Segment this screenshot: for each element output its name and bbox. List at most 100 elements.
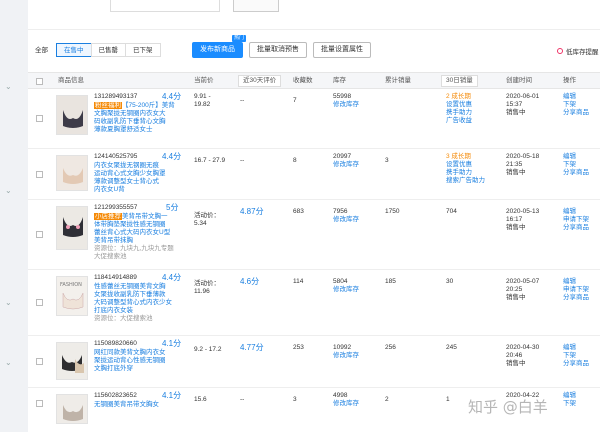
search-button[interactable] [233, 0, 279, 12]
product-thumbnail[interactable]: FASHION [56, 276, 88, 316]
chevron-down-icon[interactable]: ⌄ [5, 298, 12, 307]
select-all-checkbox[interactable] [36, 78, 43, 85]
boost-link[interactable]: 携手助力 [446, 109, 472, 116]
action-bar: 发布新商品 热门 批量取消预售 批量设置属性 [192, 35, 377, 58]
request-delist-link[interactable]: 申请下架 [563, 286, 589, 293]
col-price[interactable]: 当前价 [194, 73, 214, 90]
share-link[interactable]: 分享商品 [563, 294, 589, 301]
chevron-down-icon[interactable]: ⌄ [5, 82, 12, 91]
edit-link[interactable]: 编辑 [563, 278, 576, 285]
col-sales30[interactable]: 30日销量 [441, 75, 478, 87]
tab-on-sale[interactable]: 在售中 [56, 43, 92, 57]
tab-off-shelf[interactable]: 已下架 [125, 43, 161, 57]
low-stock-toggle[interactable]: 低库存提醒 [557, 46, 599, 56]
row-checkbox[interactable] [36, 400, 43, 407]
edit-stock-link[interactable]: 修改库存 [333, 161, 359, 168]
product-title[interactable]: 内衣女聚拢无钢圈无痕 运动背心式文胸少女胸罩 薄款调整型女士背心式 内衣女U背 [94, 162, 192, 194]
delist-link[interactable]: 下架 [563, 161, 576, 168]
stock: 5804 修改库存 [333, 278, 359, 294]
request-delist-link[interactable]: 申请下架 [563, 216, 589, 223]
edit-link[interactable]: 编辑 [563, 153, 576, 160]
row-checkbox[interactable] [36, 115, 43, 122]
col-total-sales[interactable]: 累计销量 [385, 73, 411, 90]
low-stock-label: 低库存提醒 [566, 49, 599, 56]
product-thumbnail[interactable] [56, 394, 88, 424]
price-line: 活动价： [194, 280, 220, 287]
delist-link[interactable]: 下架 [563, 400, 576, 407]
set-discount-link[interactable]: 设置优惠 [446, 161, 472, 168]
created-time: 20:25 [506, 286, 523, 293]
col-rating30[interactable]: 近30天评价 [238, 75, 282, 87]
product-title[interactable]: 无钢圈美背吊带文胸女 [94, 401, 192, 409]
title-line: 美背吊带抹胸 [94, 237, 133, 244]
search-ad-link[interactable]: 搜索广告助力 [446, 177, 485, 184]
stock: 55998 修改库存 [333, 93, 359, 109]
row-checkbox[interactable] [36, 299, 43, 306]
table-header: 商品信息 当前价 近30天评价 收藏数 库存 累计销量 30日销量 创建时间 操… [28, 72, 600, 89]
created-date: 2020-05-13 [506, 208, 540, 215]
share-link[interactable]: 分享商品 [563, 360, 589, 367]
resource-slot: 资源位：大促搜索池 [94, 315, 153, 322]
publish-button[interactable]: 发布新商品 热门 [192, 35, 246, 58]
delist-link[interactable]: 下架 [563, 101, 576, 108]
product-thumbnail[interactable] [56, 206, 88, 250]
product-title[interactable]: 粉丝福利【75-200斤】美背 文胸聚拢无钢圈内衣女大 码收副乳防下垂背心文胸 … [94, 102, 192, 134]
share-link[interactable]: 分享商品 [563, 224, 589, 231]
product-thumbnail[interactable] [56, 155, 88, 191]
edit-stock-link[interactable]: 修改库存 [333, 400, 359, 407]
table-row: FASHION 118414914889 4.4分 性感蕾丝无钢圈美背文胸 女聚… [28, 270, 600, 336]
hot-badge: 热门 [231, 35, 246, 42]
total-sales: 1750 [385, 208, 400, 215]
share-link[interactable]: 分享商品 [563, 109, 589, 116]
stock-value: 4998 [333, 392, 348, 399]
tab-sold-out[interactable]: 已售罄 [90, 43, 126, 57]
title-after-tag: 美背吊带文胸一 [122, 213, 168, 220]
row-ops: 编辑 申请下架 分享商品 [563, 278, 589, 302]
created: 2020-04-30 20:46 销售中 [506, 344, 539, 368]
col-created[interactable]: 创建时间 [506, 73, 532, 90]
ad-revenue-link[interactable]: 广告收益 [446, 117, 472, 124]
delist-link[interactable]: 下架 [563, 352, 576, 359]
boost-link[interactable]: 携手助力 [446, 169, 472, 176]
edit-link[interactable]: 编辑 [563, 93, 576, 100]
edit-link[interactable]: 编辑 [563, 392, 576, 399]
batch-cancel-presale-button[interactable]: 批量取消预售 [249, 42, 307, 58]
tab-all[interactable]: 全部 [27, 43, 56, 57]
edit-stock-link[interactable]: 修改库存 [333, 101, 359, 108]
product-title[interactable]: 性感蕾丝无钢圈美背文胸 女聚拢收副乳防下垂薄款 大码调整型背心式内衣少女 打底内… [94, 283, 192, 323]
favorites: 3 [293, 396, 297, 403]
product-thumbnail[interactable] [56, 342, 88, 380]
row-checkbox[interactable] [36, 358, 43, 365]
set-discount-link[interactable]: 设置优惠 [446, 101, 472, 108]
share-link[interactable]: 分享商品 [563, 169, 589, 176]
price: 15.6 [194, 396, 207, 403]
publish-label: 发布新商品 [200, 46, 235, 53]
row-ops: 编辑 下架 分享商品 [563, 93, 589, 117]
edit-link[interactable]: 编辑 [563, 208, 576, 215]
row-checkbox[interactable] [36, 231, 43, 238]
created-time: 21:35 [506, 161, 523, 168]
col-favorites[interactable]: 收藏数 [293, 73, 313, 90]
product-thumbnail[interactable] [56, 95, 88, 135]
created: 2020-05-18 21:35 销售中 [506, 153, 539, 177]
chevron-down-icon[interactable]: ⌄ [5, 186, 12, 195]
product-title[interactable]: 小店推荐美背吊带文胸一 体带胸垫聚拢性感无钢圈 蕾丝背心式大码内衣女U型 美背吊… [94, 213, 192, 261]
row-checkbox[interactable] [36, 171, 43, 178]
table-row: 115089820660 4.1分 网红同款美背文胸内衣女 聚拢运动背心性感无钢… [28, 336, 600, 388]
search-input[interactable] [110, 0, 220, 12]
resource-slot: 大促搜索池 [94, 253, 127, 260]
product-title[interactable]: 网红同款美背文胸内衣女 聚拢运动背心性感无钢圈 文胸打底外穿 [94, 349, 192, 373]
total-sales: 256 [385, 344, 396, 351]
col-stock[interactable]: 库存 [333, 73, 346, 90]
edit-stock-link[interactable]: 修改库存 [333, 216, 359, 223]
radio-icon[interactable] [557, 48, 563, 54]
edit-stock-link[interactable]: 修改库存 [333, 352, 359, 359]
rating30: 4.77分 [240, 343, 264, 352]
edit-stock-link[interactable]: 修改库存 [333, 286, 359, 293]
batch-set-attributes-button[interactable]: 批量设置属性 [313, 42, 371, 58]
edit-link[interactable]: 编辑 [563, 344, 576, 351]
chevron-down-icon[interactable]: ⌄ [5, 358, 12, 367]
price-line: 11.96 [194, 288, 210, 295]
title-line: 体带胸垫聚拢性感无钢圈 [94, 221, 166, 228]
title-line: 无钢圈美背吊带文胸女 [94, 401, 159, 408]
